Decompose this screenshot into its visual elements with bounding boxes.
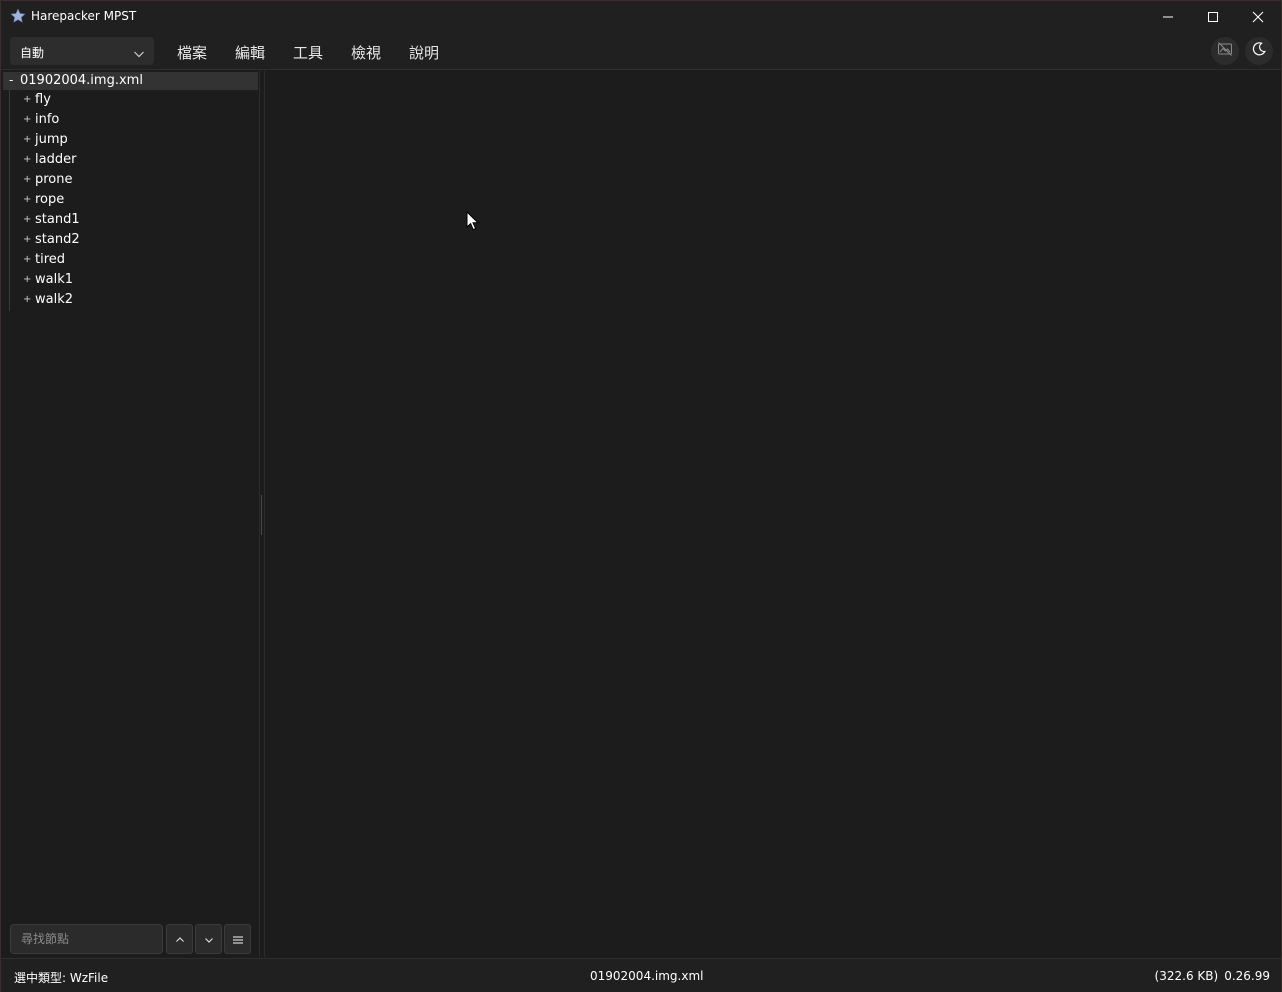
chevron-up-icon [175, 930, 185, 949]
tree-node-label: ladder [35, 152, 77, 167]
content-pane [265, 71, 1281, 957]
tree-node-label: rope [35, 192, 65, 207]
node-search-field[interactable] [10, 924, 163, 954]
close-button[interactable] [1235, 1, 1281, 32]
expand-toggle[interactable]: + [23, 234, 31, 245]
window-title: Harepacker MPST [31, 9, 137, 23]
mouse-cursor-icon [466, 210, 480, 235]
tree-node-label: walk1 [35, 272, 74, 287]
tree-root-node[interactable]: - 01902004.img.xml [3, 72, 258, 90]
expand-toggle[interactable]: + [23, 114, 31, 125]
tree-node-label: info [35, 112, 60, 127]
menu-file[interactable]: 檔案 [177, 42, 207, 63]
moon-icon [1251, 41, 1267, 61]
collapse-toggle[interactable]: - [9, 73, 13, 87]
tree-panel: - 01902004.img.xml + fly + info + jump +… [1, 71, 259, 957]
chevron-down-icon [204, 930, 214, 949]
theme-toggle-button[interactable] [1245, 37, 1273, 65]
image-off-icon [1217, 41, 1233, 61]
expand-toggle[interactable]: + [23, 274, 31, 285]
search-options-button[interactable] [224, 924, 251, 954]
expand-toggle[interactable]: + [23, 254, 31, 265]
menu-icon [232, 930, 244, 949]
search-previous-button[interactable] [166, 924, 193, 954]
tree-node-label: tired [35, 252, 66, 267]
menu-edit[interactable]: 編輯 [235, 42, 265, 63]
animation-toggle-button[interactable] [1211, 37, 1239, 65]
expand-toggle[interactable]: + [23, 294, 31, 305]
file-size-status: (322.6 KB) [1154, 969, 1219, 983]
maximize-icon [1207, 11, 1219, 23]
tree-root-label: 01902004.img.xml [20, 73, 143, 88]
tree-node-label: prone [35, 172, 73, 187]
mode-select-value: 自動 [20, 46, 45, 60]
status-bar: 選中類型: WzFile 01902004.img.xml (322.6 KB)… [1, 958, 1281, 992]
expand-toggle[interactable]: + [23, 154, 31, 165]
tree-guide-line [9, 89, 10, 311]
menu-bar: 自動 檔案 編輯 工具 檢視 說明 [1, 32, 1281, 70]
maximize-button[interactable] [1190, 1, 1236, 32]
expand-toggle[interactable]: + [23, 134, 31, 145]
star-icon [10, 8, 26, 24]
version-status: 0.26.99 [1224, 969, 1270, 983]
tree-node-label: stand2 [35, 232, 80, 247]
minimize-icon [1162, 11, 1174, 23]
mode-select[interactable]: 自動 [10, 37, 154, 65]
menu-view[interactable]: 檢視 [351, 42, 381, 63]
title-bar[interactable]: Harepacker MPST [1, 1, 1281, 32]
tree-node-label: walk2 [35, 292, 74, 307]
selected-type-status: 選中類型: WzFile [14, 971, 109, 985]
search-next-button[interactable] [195, 924, 222, 954]
tree-node-label: stand1 [35, 212, 80, 227]
tree-node-label: fly [35, 92, 51, 107]
menu-help[interactable]: 說明 [409, 42, 439, 63]
status-right-group: (322.6 KB) 0.26.99 [1149, 969, 1270, 983]
current-file-status: 01902004.img.xml [590, 969, 704, 983]
expand-toggle[interactable]: + [23, 194, 31, 205]
node-search-input[interactable] [11, 925, 162, 953]
menu-tools[interactable]: 工具 [293, 42, 323, 63]
tree-node-label: jump [35, 132, 68, 147]
chevron-down-icon [133, 45, 145, 64]
expand-toggle[interactable]: + [23, 174, 31, 185]
expand-toggle[interactable]: + [23, 94, 31, 105]
expand-toggle[interactable]: + [23, 214, 31, 225]
app-window: Harepacker MPST 自動 檔案 編輯 工具 檢視 說明 - 0190… [0, 0, 1282, 992]
minimize-button[interactable] [1145, 1, 1191, 32]
close-icon [1252, 11, 1264, 23]
splitter-grip[interactable] [261, 495, 263, 535]
